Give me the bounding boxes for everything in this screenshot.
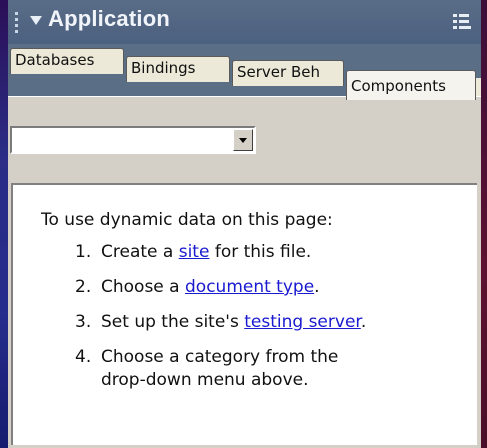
step-1: 1. Create a site for this file. (75, 241, 311, 264)
step-number: 3. (75, 312, 92, 332)
tab-server-behaviors[interactable]: Server Beh (232, 60, 344, 86)
panel-header[interactable]: Application (8, 0, 481, 45)
instructions-panel: To use dynamic data on this page: 1. Crea… (11, 183, 477, 445)
step-text: Choose a (101, 277, 185, 297)
content-area: To use dynamic data on this page: 1. Crea… (8, 175, 481, 448)
triangle-down-icon[interactable] (30, 16, 42, 25)
site-link[interactable]: site (179, 242, 210, 262)
tab-server-behaviors-label: Server Beh (237, 63, 320, 81)
desktop-edge-right (481, 0, 487, 448)
step-text: Choose a category from the (101, 347, 339, 367)
step-text: for this file. (209, 242, 312, 262)
testing-server-link[interactable]: testing server (244, 312, 361, 332)
component-category-select[interactable] (10, 126, 256, 154)
step-text-continued: drop-down menu above. (101, 370, 309, 390)
step-text: Create a (101, 242, 179, 262)
step-text: Set up the site's (101, 312, 245, 332)
document-type-link[interactable]: document type (185, 277, 314, 297)
step-number: 1. (75, 242, 92, 262)
instructions-intro: To use dynamic data on this page: (41, 210, 333, 230)
chevron-down-icon[interactable] (233, 129, 253, 151)
component-toolbar (8, 100, 481, 175)
step-2: 2. Choose a document type. (75, 276, 320, 299)
grip-dots-icon[interactable] (14, 12, 20, 34)
step-4: 4. Choose a category from the drop-down m… (75, 346, 338, 392)
panel-options-menu-icon[interactable] (453, 12, 471, 32)
step-3: 3. Set up the site's testing server. (75, 311, 366, 334)
tab-databases[interactable]: Databases (10, 48, 124, 74)
step-number: 4. (75, 347, 92, 367)
tab-bindings[interactable]: Bindings (126, 56, 230, 82)
step-text: . (360, 312, 367, 332)
tab-bindings-label: Bindings (131, 59, 196, 77)
desktop-edge-left (0, 0, 8, 448)
tab-databases-label: Databases (15, 51, 95, 69)
tab-strip: Databases Bindings Server Beh Components (8, 44, 481, 101)
panel-title: Application (48, 6, 170, 31)
tab-components[interactable]: Components (346, 70, 476, 100)
tab-components-label: Components (351, 77, 446, 95)
step-number: 2. (75, 277, 92, 297)
step-text: . (314, 277, 320, 297)
